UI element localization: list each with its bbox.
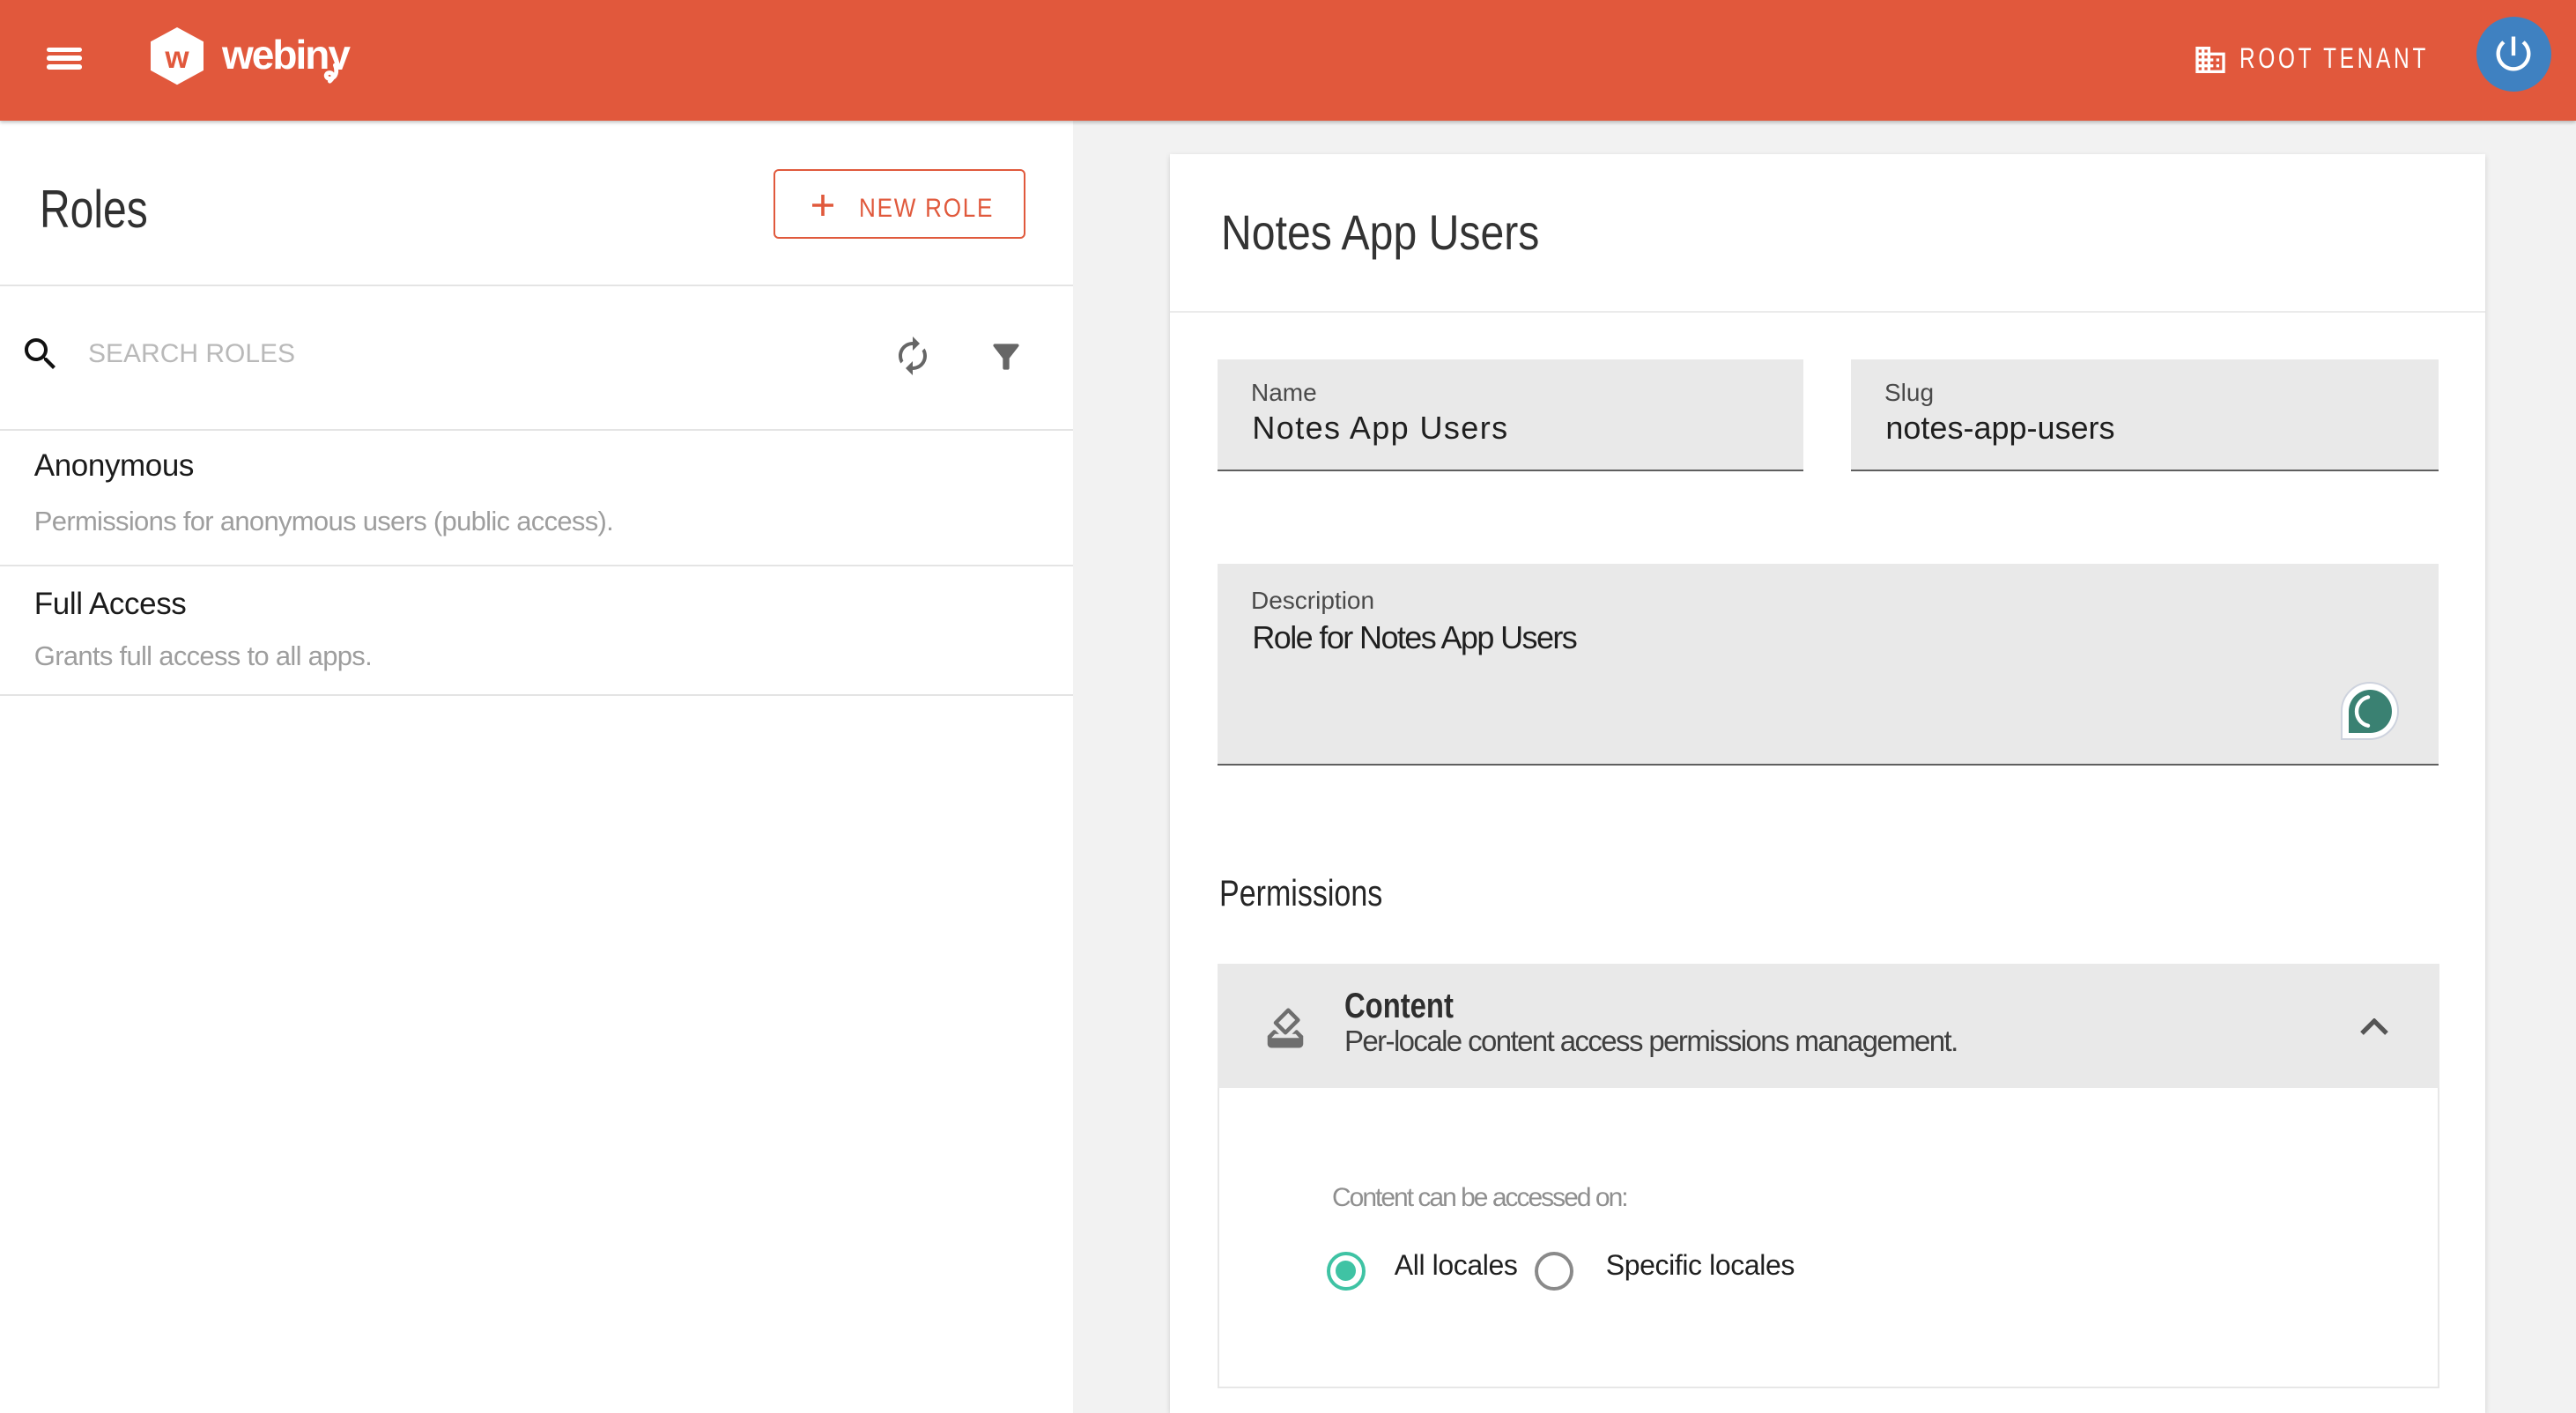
svg-text:w: w <box>164 41 189 75</box>
